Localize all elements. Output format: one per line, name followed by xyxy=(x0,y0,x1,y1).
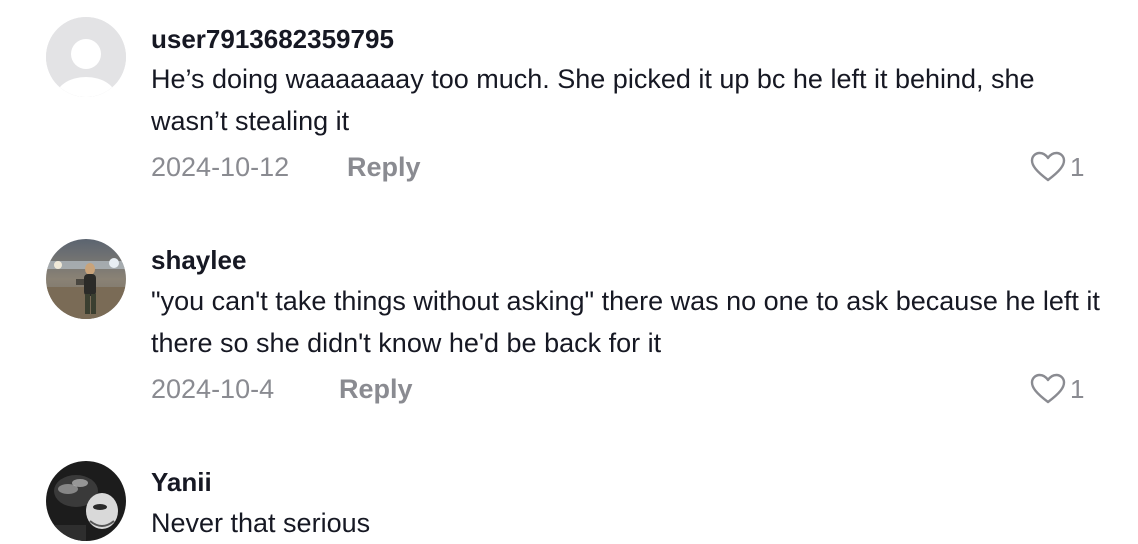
avatar[interactable] xyxy=(46,461,126,541)
comment-text: Never that serious xyxy=(151,508,371,538)
comment-username[interactable]: Yanii xyxy=(151,467,212,497)
comment-item: Yanii Never that serious xyxy=(0,0,1138,544)
photo-avatar xyxy=(46,461,126,541)
